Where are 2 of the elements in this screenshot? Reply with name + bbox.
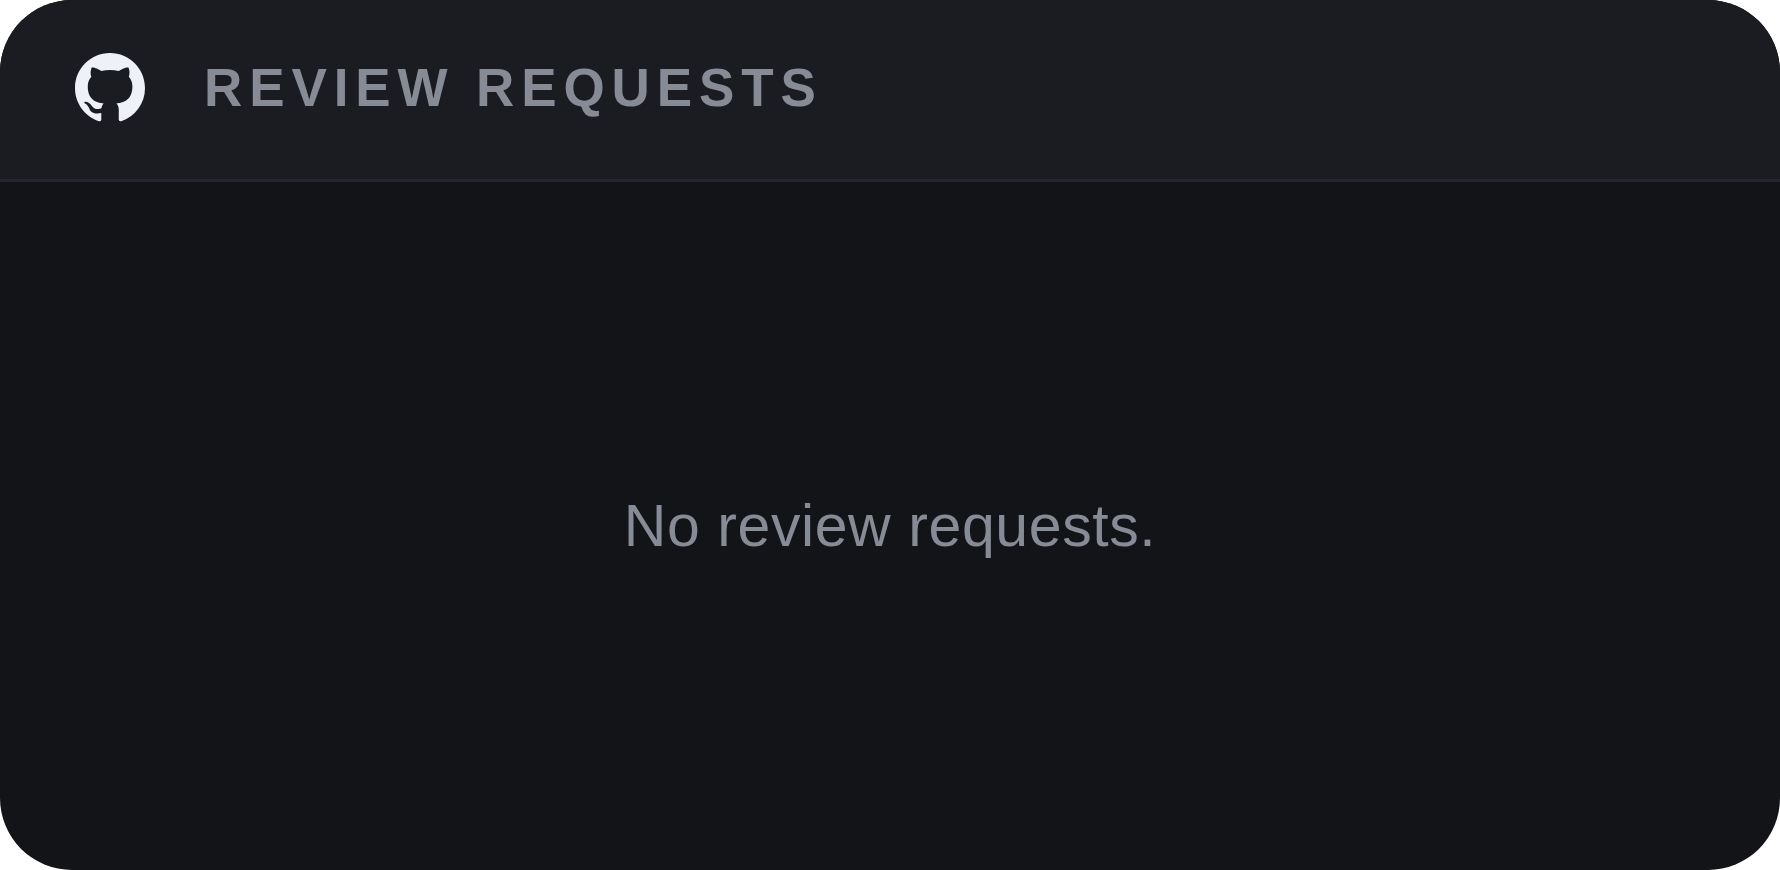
empty-state-message: No review requests.	[623, 496, 1157, 556]
cat-logo-icon	[75, 52, 145, 123]
